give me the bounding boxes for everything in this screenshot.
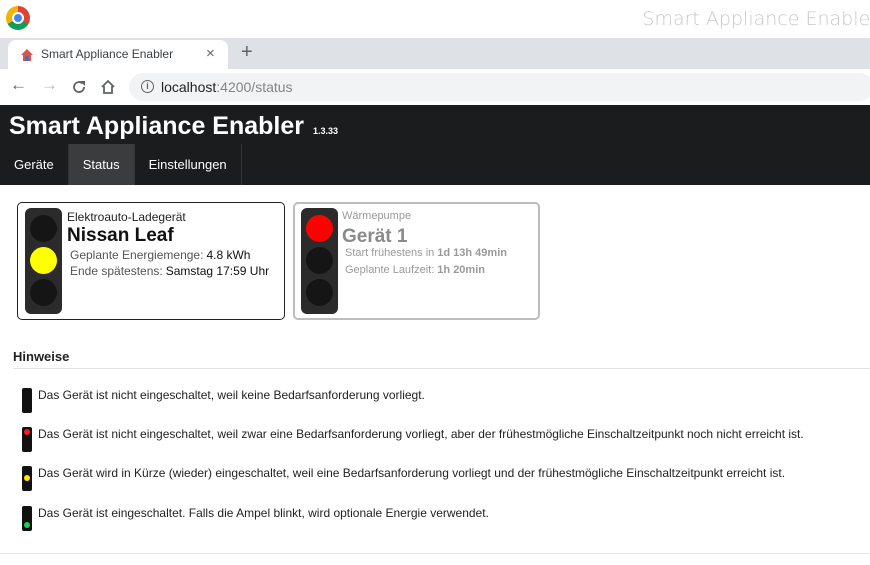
traffic-light-green-lamp bbox=[306, 279, 333, 306]
appliance-type: Wärmepumpe bbox=[342, 210, 412, 222]
mini-lamp bbox=[24, 515, 30, 521]
window-title: Smart Appliance Enabler bbox=[642, 8, 870, 30]
hint-text: Das Gerät ist eingeschaltet. Falls die A… bbox=[38, 506, 489, 520]
row-label: Geplante Energiemenge: bbox=[70, 248, 204, 262]
row-value: 1h 20min bbox=[437, 264, 485, 276]
house-favicon-icon bbox=[21, 49, 33, 61]
traffic-light-icon bbox=[25, 208, 62, 314]
browser-toolbar: ← → i localhost:4200/status bbox=[0, 69, 870, 105]
row-value: 4.8 kWh bbox=[206, 248, 251, 262]
hints-divider bbox=[13, 368, 870, 369]
url-text[interactable]: localhost:4200/status bbox=[161, 79, 293, 95]
traffic-light-icon bbox=[301, 208, 338, 314]
menu-item-status[interactable]: Status bbox=[68, 144, 135, 185]
mini-lamp bbox=[24, 508, 30, 514]
address-bar[interactable]: i localhost:4200/status bbox=[129, 73, 870, 101]
info-icon[interactable]: i bbox=[141, 80, 154, 93]
traffic-light-green-icon bbox=[22, 506, 32, 531]
hint-text: Das Gerät wird in Kürze (wieder) eingesc… bbox=[38, 466, 786, 480]
card-row-start: Start frühestens in 1d 13h 49min bbox=[345, 247, 507, 259]
hint-item-yellow: Das Gerät wird in Kürze (wieder) eingesc… bbox=[22, 466, 870, 492]
app-header: Smart Appliance Enabler 1.3.33 Geräte St… bbox=[0, 105, 870, 185]
tab-close-icon[interactable]: × bbox=[206, 45, 215, 62]
main-menu: Geräte Status Einstellungen bbox=[0, 144, 242, 185]
appliance-name: Nissan Leaf bbox=[67, 225, 174, 246]
row-label: Start frühestens in bbox=[345, 247, 435, 259]
mini-lamp bbox=[24, 468, 30, 474]
mini-lamp bbox=[24, 397, 30, 403]
url-host: localhost bbox=[161, 79, 217, 95]
chrome-logo-icon[interactable] bbox=[6, 6, 30, 30]
traffic-light-green-lamp bbox=[30, 279, 57, 306]
traffic-light-red-lamp bbox=[30, 215, 57, 242]
appliance-type: Elektroauto-Ladegerät bbox=[67, 210, 186, 224]
menu-item-geraete[interactable]: Geräte bbox=[0, 144, 69, 185]
row-value: Samstag 17:59 Uhr bbox=[165, 264, 270, 278]
forward-icon[interactable]: → bbox=[41, 75, 58, 95]
card-row-energy: Geplante Energiemenge: 4.8 kWh bbox=[70, 248, 250, 262]
mini-lamp bbox=[24, 522, 30, 528]
mini-lamp bbox=[24, 404, 30, 410]
mini-lamp bbox=[24, 475, 30, 481]
appliance-card-nissan-leaf[interactable]: Elektroauto-Ladegerät Nissan Leaf Geplan… bbox=[17, 202, 285, 320]
footer-divider bbox=[0, 553, 870, 554]
mini-lamp bbox=[24, 429, 30, 435]
traffic-light-yellow-lamp bbox=[30, 247, 57, 274]
back-icon[interactable]: ← bbox=[10, 75, 27, 95]
mini-lamp bbox=[24, 436, 30, 442]
hint-text: Das Gerät ist nicht eingeschaltet, weil … bbox=[38, 388, 425, 402]
app-brand: Smart Appliance Enabler bbox=[9, 112, 304, 140]
hint-item-red: Das Gerät ist nicht eingeschaltet, weil … bbox=[22, 427, 870, 453]
tab-strip: Smart Appliance Enabler × + bbox=[0, 38, 870, 69]
mini-lamp bbox=[24, 443, 30, 449]
card-row-runtime: Geplante Laufzeit: 1h 20min bbox=[345, 264, 485, 276]
mini-lamp bbox=[24, 390, 30, 396]
url-path: :4200/status bbox=[216, 79, 293, 95]
reload-icon[interactable] bbox=[71, 79, 87, 95]
browser-tab[interactable]: Smart Appliance Enabler × bbox=[8, 40, 228, 69]
row-label: Ende spätestens: bbox=[70, 264, 163, 278]
row-value: 1d 13h 49min bbox=[437, 247, 507, 259]
hint-item-off: Das Gerät ist nicht eingeschaltet, weil … bbox=[22, 388, 870, 414]
hint-text: Das Gerät ist nicht eingeschaltet, weil … bbox=[38, 427, 804, 441]
app-title: Smart Appliance Enabler 1.3.33 bbox=[9, 112, 338, 141]
app-version: 1.3.33 bbox=[312, 126, 338, 136]
traffic-light-red-lamp bbox=[306, 215, 333, 242]
hint-item-green: Das Gerät ist eingeschaltet. Falls die A… bbox=[22, 506, 870, 532]
row-label: Geplante Laufzeit: bbox=[345, 264, 435, 276]
browser-titlebar: Smart Appliance Enabler bbox=[0, 0, 870, 38]
hints-heading: Hinweise bbox=[13, 349, 70, 364]
home-icon[interactable] bbox=[100, 79, 116, 95]
traffic-light-red-icon bbox=[22, 427, 32, 452]
mini-lamp bbox=[24, 482, 30, 488]
appliance-name: Gerät 1 bbox=[342, 226, 408, 247]
tab-title: Smart Appliance Enabler bbox=[41, 47, 174, 61]
appliance-card-geraet-1[interactable]: Wärmepumpe Gerät 1 Start frühestens in 1d… bbox=[293, 202, 540, 320]
new-tab-icon[interactable]: + bbox=[241, 41, 253, 64]
card-row-end: Ende spätestens: Samstag 17:59 Uhr bbox=[70, 264, 269, 278]
menu-item-einstellungen[interactable]: Einstellungen bbox=[135, 144, 242, 185]
traffic-light-yellow-lamp bbox=[306, 247, 333, 274]
traffic-light-off-icon bbox=[22, 388, 32, 413]
traffic-light-yellow-icon bbox=[22, 466, 32, 491]
